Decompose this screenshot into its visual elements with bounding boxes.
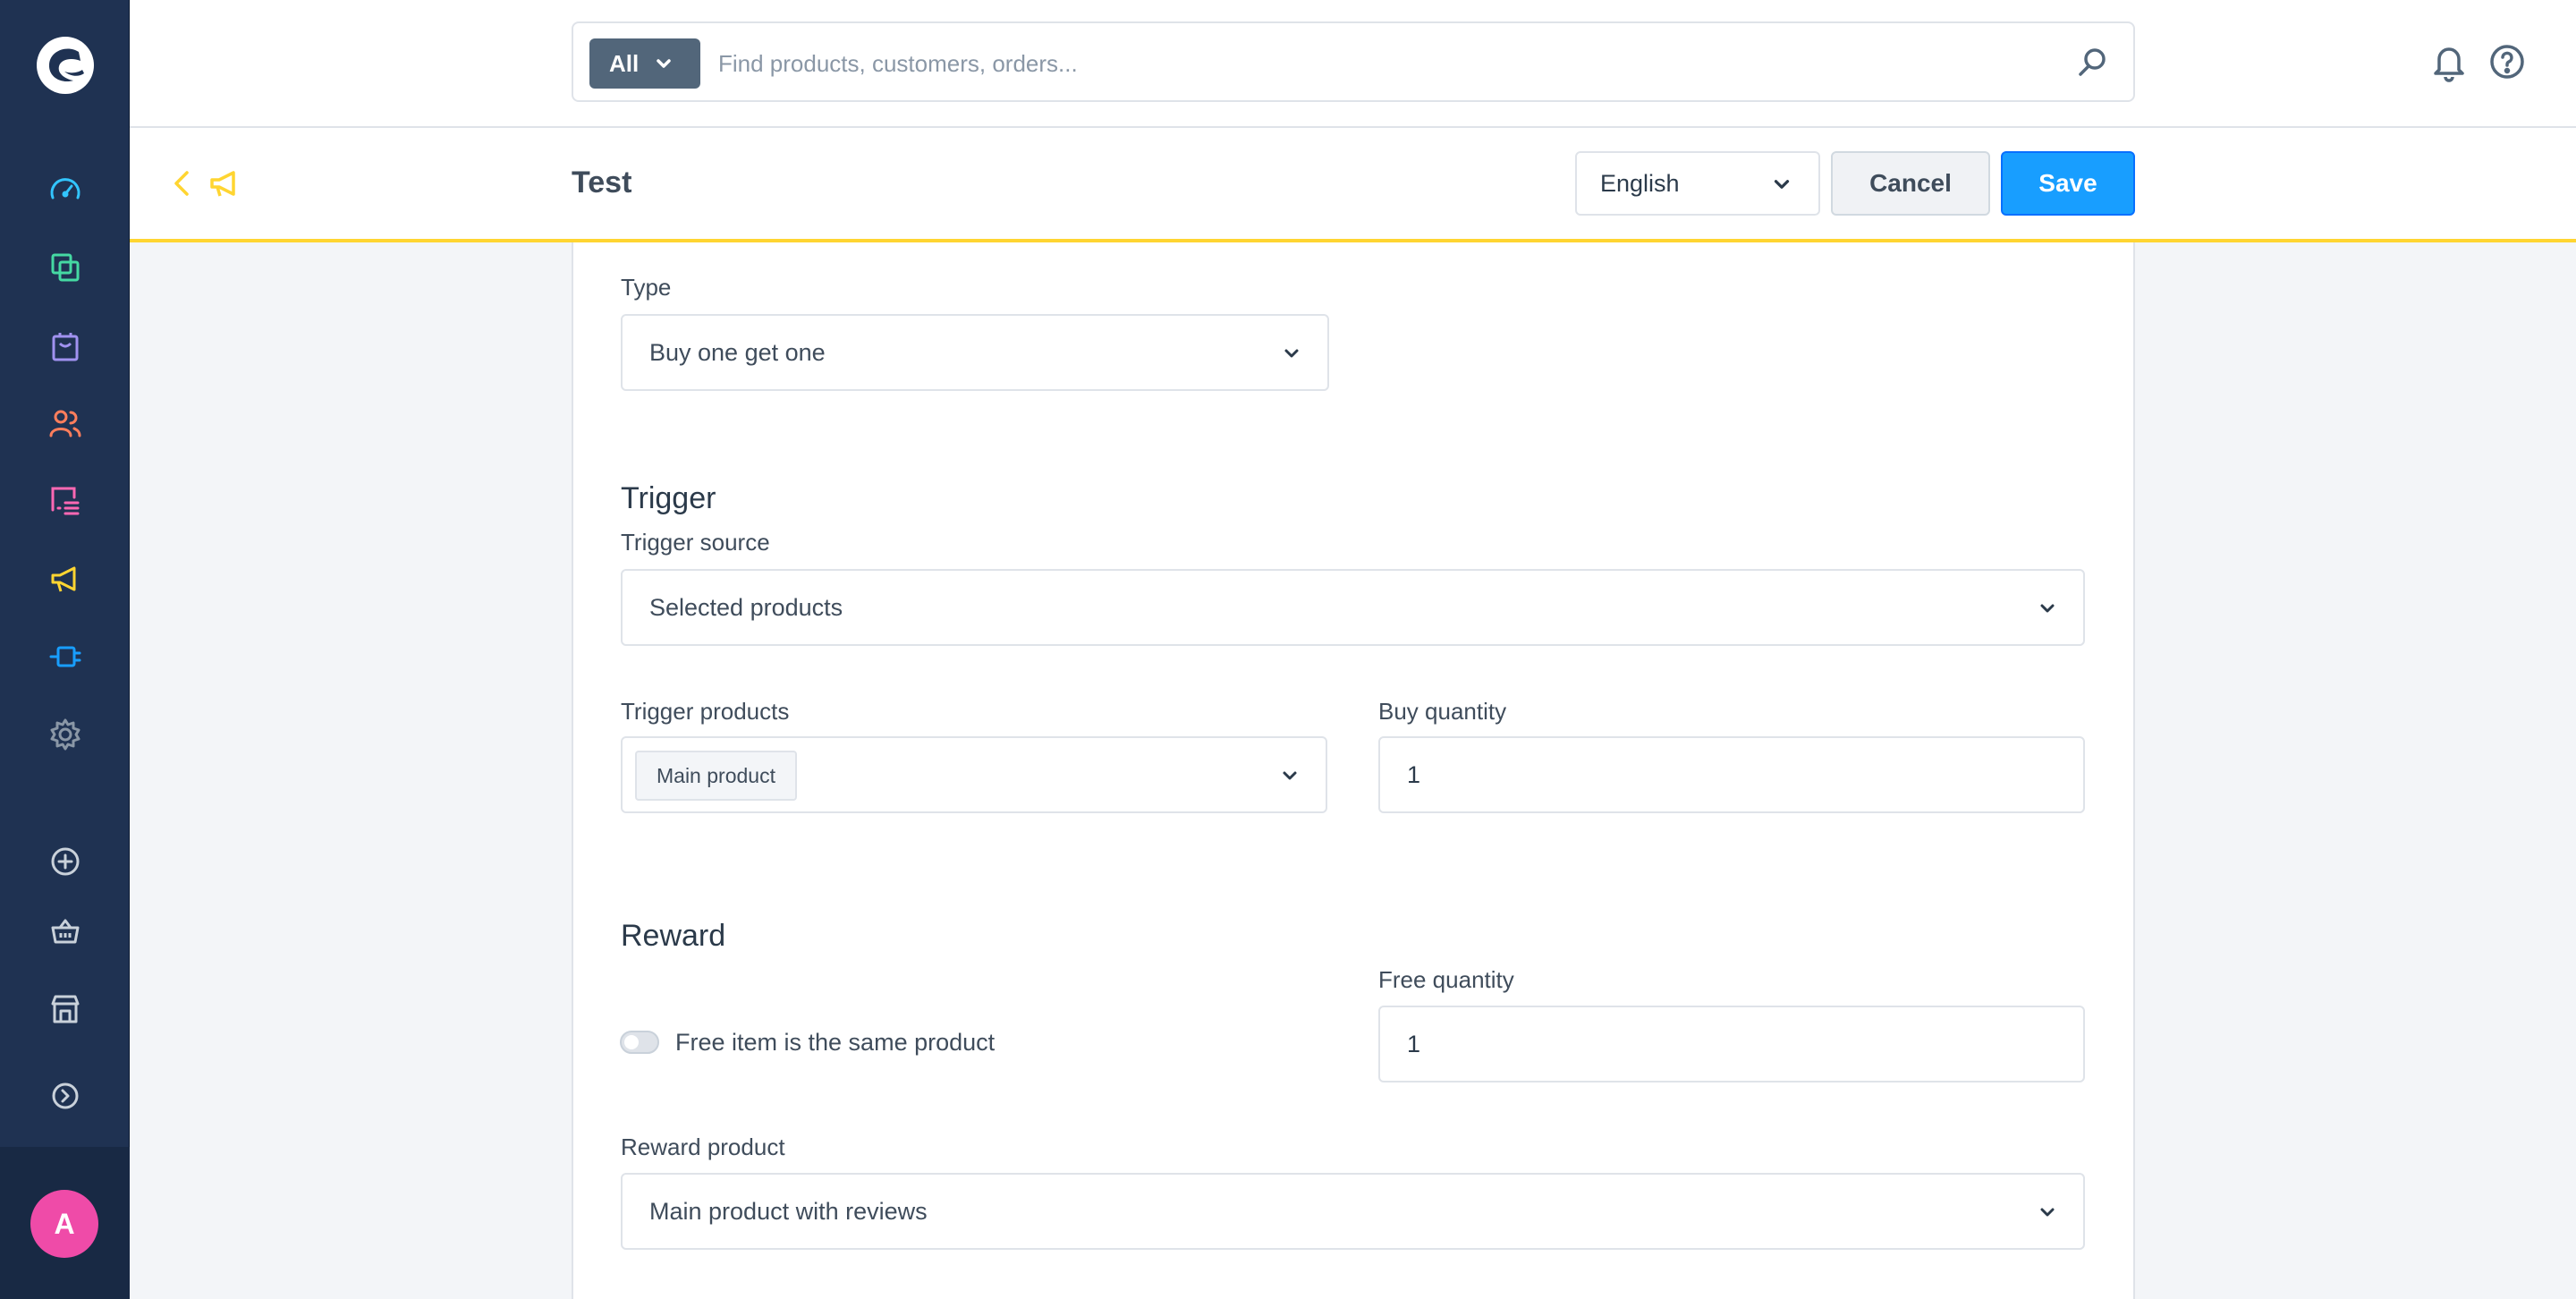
buy-quantity-label: Buy quantity xyxy=(1378,698,1507,725)
smart-bar: Test English Cancel Save xyxy=(130,128,2576,242)
trigger-section-title: Trigger xyxy=(621,481,716,515)
dashboard-icon[interactable] xyxy=(43,168,88,213)
help-icon[interactable] xyxy=(2487,41,2528,82)
bell-icon[interactable] xyxy=(2428,41,2470,82)
trigger-source-select[interactable]: Selected products xyxy=(621,569,2085,646)
language-switch[interactable]: English xyxy=(1575,151,1820,216)
content-icon[interactable] xyxy=(43,479,88,523)
save-button[interactable]: Save xyxy=(2001,151,2135,216)
orders-icon[interactable] xyxy=(43,323,88,368)
extensions-icon[interactable] xyxy=(43,634,88,679)
storefront-icon[interactable] xyxy=(43,987,88,1032)
settings-icon[interactable] xyxy=(43,712,88,757)
toggle-knob xyxy=(624,1035,639,1049)
add-icon[interactable] xyxy=(43,839,88,884)
same-product-toggle-label: Free item is the same product xyxy=(675,1029,996,1056)
reward-product-select[interactable]: Main product with reviews xyxy=(621,1173,2085,1250)
top-bar: All xyxy=(130,0,2576,128)
shopware-logo-icon[interactable] xyxy=(34,34,97,97)
catalogues-icon[interactable] xyxy=(43,245,88,290)
trigger-products-label: Trigger products xyxy=(621,698,790,725)
customers-icon[interactable] xyxy=(43,401,88,446)
chevron-down-icon xyxy=(2040,604,2055,613)
buy-quantity-input[interactable] xyxy=(1378,736,2085,813)
free-quantity-label: Free quantity xyxy=(1378,966,1514,993)
page-title: Test xyxy=(572,166,632,200)
same-product-toggle[interactable] xyxy=(620,1031,659,1054)
search-scope-dropdown[interactable]: All xyxy=(589,38,700,89)
app-window: A All Test English xyxy=(0,0,2576,1299)
reward-product-value: Main product with reviews xyxy=(649,1197,928,1225)
sidebar: A xyxy=(0,0,130,1299)
reward-product-label: Reward product xyxy=(621,1133,785,1160)
free-quantity-input[interactable] xyxy=(1378,1006,2085,1082)
back-arrow-icon[interactable] xyxy=(165,166,201,201)
marketing-module-icon xyxy=(210,171,235,197)
chevron-down-icon xyxy=(1774,180,1790,189)
product-tag[interactable]: Main product xyxy=(635,751,797,801)
chevron-down-icon xyxy=(657,59,671,68)
chevron-down-icon xyxy=(2040,1208,2055,1217)
cancel-button[interactable]: Cancel xyxy=(1831,151,1990,216)
reward-section-title: Reward xyxy=(621,919,726,953)
avatar[interactable]: A xyxy=(30,1190,98,1258)
language-label: English xyxy=(1600,169,1680,197)
type-value: Buy one get one xyxy=(649,338,826,366)
trigger-source-label: Trigger source xyxy=(621,529,770,556)
expand-icon[interactable] xyxy=(43,1074,88,1118)
trigger-source-value: Selected products xyxy=(649,593,843,621)
marketing-icon[interactable] xyxy=(43,556,88,601)
type-label: Type xyxy=(621,274,672,301)
type-select[interactable]: Buy one get one xyxy=(621,314,1329,391)
search-input[interactable] xyxy=(718,41,2042,86)
basket-icon[interactable] xyxy=(43,909,88,954)
trigger-products-select[interactable]: Main product xyxy=(621,736,1327,813)
global-search: All xyxy=(572,21,2135,102)
chevron-down-icon xyxy=(1283,771,1297,780)
search-scope-label: All xyxy=(609,49,640,77)
search-icon[interactable] xyxy=(2074,45,2110,81)
chevron-down-icon xyxy=(1284,349,1299,358)
